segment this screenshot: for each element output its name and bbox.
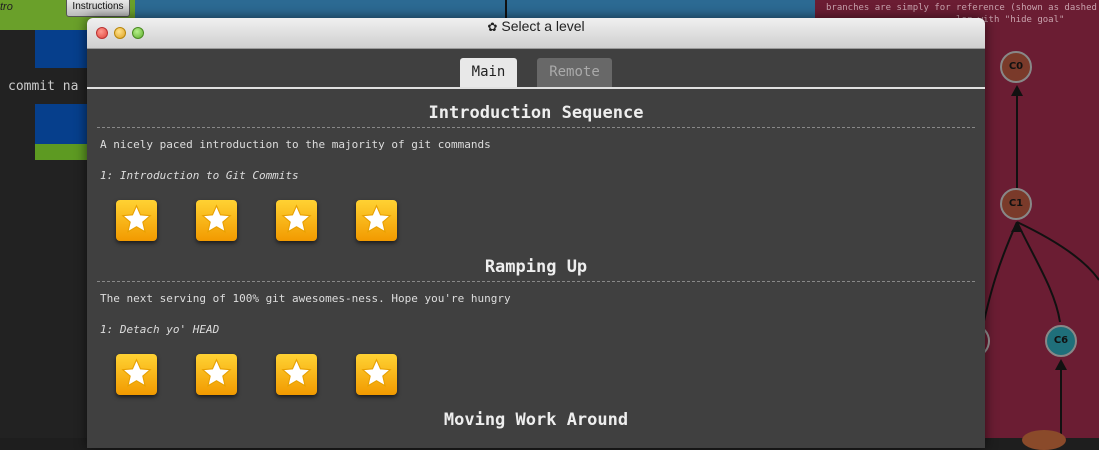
level-label: 1: Introduction to Git Commits xyxy=(100,169,299,182)
commit-node-c1[interactable]: C1 xyxy=(1000,188,1032,220)
level-button-2[interactable] xyxy=(196,354,237,395)
star-icon xyxy=(201,358,232,387)
sequence-title: Introduction Sequence xyxy=(97,98,975,128)
tab-remote[interactable]: Remote xyxy=(537,58,612,87)
dialog-title: ✿ Select a level xyxy=(87,18,985,34)
level-label: 1: Detach yo' HEAD xyxy=(100,323,220,336)
intro-label: tro xyxy=(0,1,13,13)
commit-label: C1 xyxy=(1008,198,1024,209)
commit-node-bottom xyxy=(1022,430,1066,450)
level-buttons xyxy=(116,200,975,241)
tab-divider xyxy=(87,87,985,89)
level-button-3[interactable] xyxy=(276,200,317,241)
level-button-3[interactable] xyxy=(276,354,317,395)
level-button-4[interactable] xyxy=(356,354,397,395)
sequence-intro: Introduction Sequence A nicely paced int… xyxy=(97,98,975,241)
dialog-title-text: Select a level xyxy=(501,18,585,34)
commit-label: C6 xyxy=(1053,335,1069,346)
gear-icon: ✿ xyxy=(487,20,498,34)
instructions-button[interactable]: Instructions xyxy=(66,0,130,17)
sequence-ramping: Ramping Up The next serving of 100% git … xyxy=(97,252,975,395)
commit-node-c0[interactable]: C0 xyxy=(1000,51,1032,83)
level-select-dialog: ✿ Select a level Main Remote Introduction… xyxy=(87,18,985,448)
level-button-2[interactable] xyxy=(196,200,237,241)
level-button-4[interactable] xyxy=(356,200,397,241)
commit-text: commit na xyxy=(8,79,79,94)
commit-node-c6[interactable]: C6 xyxy=(1045,325,1077,357)
visualization-top xyxy=(135,0,815,18)
level-button-1[interactable] xyxy=(116,354,157,395)
sequence-title: Ramping Up xyxy=(97,252,975,282)
star-icon xyxy=(361,204,392,233)
level-button-1[interactable] xyxy=(116,200,157,241)
level-buttons xyxy=(116,354,975,395)
sequence-description: The next serving of 100% git awesomes-ne… xyxy=(100,292,511,305)
tab-main[interactable]: Main xyxy=(460,58,517,87)
level-tabs: Main Remote xyxy=(87,58,985,88)
sequence-description: A nicely paced introduction to the major… xyxy=(100,138,491,151)
sequence-title: Moving Work Around xyxy=(443,410,629,430)
visualization-divider xyxy=(505,0,507,18)
star-icon xyxy=(121,358,152,387)
sequence-list: Introduction Sequence A nicely paced int… xyxy=(97,98,975,434)
star-icon xyxy=(281,358,312,387)
commit-label: C0 xyxy=(1008,61,1024,72)
sequence-moving-work: Moving Work Around xyxy=(97,405,975,434)
dialog-titlebar: ✿ Select a level xyxy=(87,18,985,49)
star-icon xyxy=(201,204,232,233)
star-icon xyxy=(121,204,152,233)
star-icon xyxy=(281,204,312,233)
star-icon xyxy=(361,358,392,387)
